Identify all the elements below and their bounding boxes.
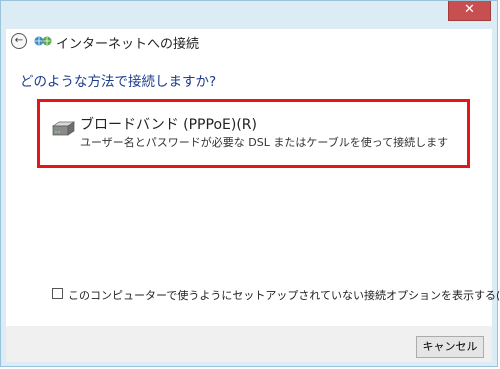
window-title: インターネットへの接続 xyxy=(56,37,200,52)
back-button[interactable]: ← xyxy=(11,33,27,49)
cancel-button[interactable]: キャンセル xyxy=(416,336,484,358)
close-button[interactable]: ✕ xyxy=(448,1,491,21)
show-options-label: このコンピューターで使うようにセットアップされていない接続オプションを表示する(… xyxy=(68,289,500,302)
show-options-checkbox[interactable] xyxy=(52,288,63,299)
option-title: ブロードバンド (PPPoE)(R) xyxy=(80,117,257,133)
connect-to-internet-window: ✕ ← インターネットへの接続 どのような方法で接続しますか? ブロードバンド … xyxy=(0,0,500,367)
footer: キャンセル xyxy=(6,326,492,362)
header-bar: ← インターネットへの接続 xyxy=(6,29,492,55)
network-icon xyxy=(34,36,52,46)
modem-icon xyxy=(51,121,75,136)
broadband-option[interactable]: ブロードバンド (PPPoE)(R) ユーザー名とパスワードが必要な DSL ま… xyxy=(37,99,470,168)
main-content: どのような方法で接続しますか? ブロードバンド (PPPoE)(R) ユーザー名… xyxy=(6,55,500,326)
option-description: ユーザー名とパスワードが必要な DSL またはケーブルを使って接続します xyxy=(80,136,449,149)
title-bar: ✕ xyxy=(1,1,497,29)
page-heading: どのような方法で接続しますか? xyxy=(20,74,217,90)
